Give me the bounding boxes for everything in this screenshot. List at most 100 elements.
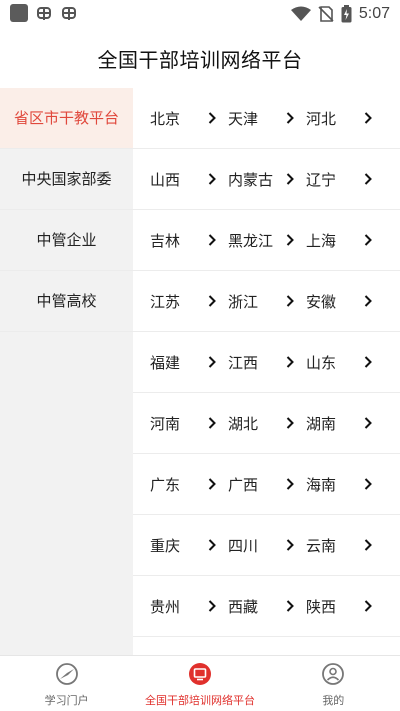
region-item[interactable]: 安徽	[306, 291, 384, 312]
chevron-right-icon	[364, 539, 372, 551]
region-label: 北京	[150, 109, 181, 128]
tab-training-platform[interactable]: 全国干部培训网络平台	[133, 656, 266, 711]
chevron-right-icon	[208, 539, 216, 551]
sidebar-item-central-ministries[interactable]: 中央国家部委	[0, 149, 133, 210]
region-label: 西藏	[228, 597, 259, 616]
region-item[interactable]: 天津	[228, 108, 306, 129]
region-list: 北京 天津 河北山西 内蒙古 辽宁吉林 黑龙江 上海江苏 浙江 安徽福建 江西 山东河南 湖北 湖南广东…	[133, 88, 400, 655]
region-label: 广西	[228, 475, 259, 494]
region-label: 湖南	[306, 414, 337, 433]
region-item[interactable]: 福建	[150, 352, 228, 373]
chevron-right-icon	[208, 356, 216, 368]
region-label: 山东	[306, 353, 337, 372]
region-item[interactable]: 北京	[150, 108, 228, 129]
region-row: 福建 江西 山东	[133, 332, 400, 393]
region-item[interactable]: 湖北	[228, 413, 306, 434]
bug-notification-icon	[37, 7, 51, 20]
chevron-right-icon	[208, 234, 216, 246]
region-label: 辽宁	[306, 170, 337, 189]
region-item[interactable]: 贵州	[150, 596, 228, 617]
region-label: 福建	[150, 353, 181, 372]
region-item[interactable]: 河南	[150, 413, 228, 434]
region-label: 山西	[150, 170, 181, 189]
region-item[interactable]: 海南	[306, 474, 384, 495]
region-label: 广东	[150, 475, 181, 494]
monitor-icon	[188, 663, 211, 685]
chevron-right-icon	[364, 417, 372, 429]
status-left	[10, 4, 78, 22]
region-label: 云南	[306, 536, 337, 555]
battery-charging-icon	[341, 5, 352, 23]
bottom-tab-bar: 学习门户 全国干部培训网络平台 我的	[0, 655, 400, 711]
region-row: 吉林 黑龙江 上海	[133, 210, 400, 271]
chevron-right-icon	[208, 600, 216, 612]
region-row: 广东 广西 海南	[133, 454, 400, 515]
region-item[interactable]: 陕西	[306, 596, 384, 617]
chevron-right-icon	[286, 478, 294, 490]
chevron-right-icon	[286, 356, 294, 368]
region-item[interactable]: 江西	[228, 352, 306, 373]
app-header: 全国干部培训网络平台	[0, 28, 400, 88]
person-icon	[322, 663, 345, 685]
tab-mine[interactable]: 我的	[267, 656, 400, 711]
tab-learning-portal[interactable]: 学习门户	[0, 656, 133, 711]
chevron-right-icon	[364, 600, 372, 612]
sidebar-item-central-enterprises[interactable]: 中管企业	[0, 210, 133, 271]
region-item[interactable]: 黑龙江	[228, 230, 306, 251]
region-item[interactable]: 湖南	[306, 413, 384, 434]
compass-icon	[55, 663, 78, 685]
sidebar-item-central-universities[interactable]: 中管高校	[0, 271, 133, 332]
region-item[interactable]: 辽宁	[306, 169, 384, 190]
tab-label: 学习门户	[44, 694, 89, 707]
region-item[interactable]: 上海	[306, 230, 384, 251]
chevron-right-icon	[208, 478, 216, 490]
region-label: 浙江	[228, 292, 259, 311]
region-label: 四川	[228, 536, 259, 555]
app-notification-icon	[10, 4, 28, 22]
chevron-right-icon	[208, 417, 216, 429]
region-item[interactable]: 四川	[228, 535, 306, 556]
region-label: 江西	[228, 353, 259, 372]
region-item[interactable]: 广东	[150, 474, 228, 495]
sidebar-item-label: 中管企业	[36, 231, 97, 249]
bug-notification-icon	[62, 7, 76, 20]
tab-label: 我的	[322, 694, 345, 707]
sidebar-item-provincial[interactable]: 省区市干教平台	[0, 88, 133, 149]
region-item[interactable]: 内蒙古	[228, 169, 306, 190]
region-item[interactable]: 山东	[306, 352, 384, 373]
region-label: 重庆	[150, 536, 181, 555]
region-item[interactable]: 浙江	[228, 291, 306, 312]
region-item[interactable]: 西藏	[228, 596, 306, 617]
category-sidebar: 省区市干教平台 中央国家部委 中管企业 中管高校	[0, 88, 133, 655]
chevron-right-icon	[286, 112, 294, 124]
chevron-right-icon	[208, 112, 216, 124]
region-item[interactable]: 江苏	[150, 291, 228, 312]
region-item[interactable]: 山西	[150, 169, 228, 190]
chevron-right-icon	[364, 356, 372, 368]
region-label: 陕西	[306, 597, 337, 616]
sidebar-item-label: 中管高校	[36, 292, 97, 310]
no-sim-icon	[318, 6, 334, 22]
status-right: 5:07	[290, 4, 390, 24]
chevron-right-icon	[364, 173, 372, 185]
region-label: 贵州	[150, 597, 181, 616]
region-item[interactable]: 广西	[228, 474, 306, 495]
region-item[interactable]: 云南	[306, 535, 384, 556]
region-row: 贵州 西藏 陕西	[133, 576, 400, 637]
region-label: 天津	[228, 109, 259, 128]
region-label: 海南	[306, 475, 337, 494]
chevron-right-icon	[208, 295, 216, 307]
region-item[interactable]: 河北	[306, 108, 384, 129]
chevron-right-icon	[364, 295, 372, 307]
chevron-right-icon	[364, 478, 372, 490]
region-label: 安徽	[306, 292, 337, 311]
region-item[interactable]: 重庆	[150, 535, 228, 556]
region-item[interactable]: 吉林	[150, 230, 228, 251]
region-label: 吉林	[150, 231, 181, 250]
chevron-right-icon	[286, 539, 294, 551]
chevron-right-icon	[208, 173, 216, 185]
region-label: 河南	[150, 414, 181, 433]
region-label: 江苏	[150, 292, 181, 311]
sidebar-item-label: 省区市干教平台	[13, 109, 119, 127]
region-row: 山西 内蒙古 辽宁	[133, 149, 400, 210]
